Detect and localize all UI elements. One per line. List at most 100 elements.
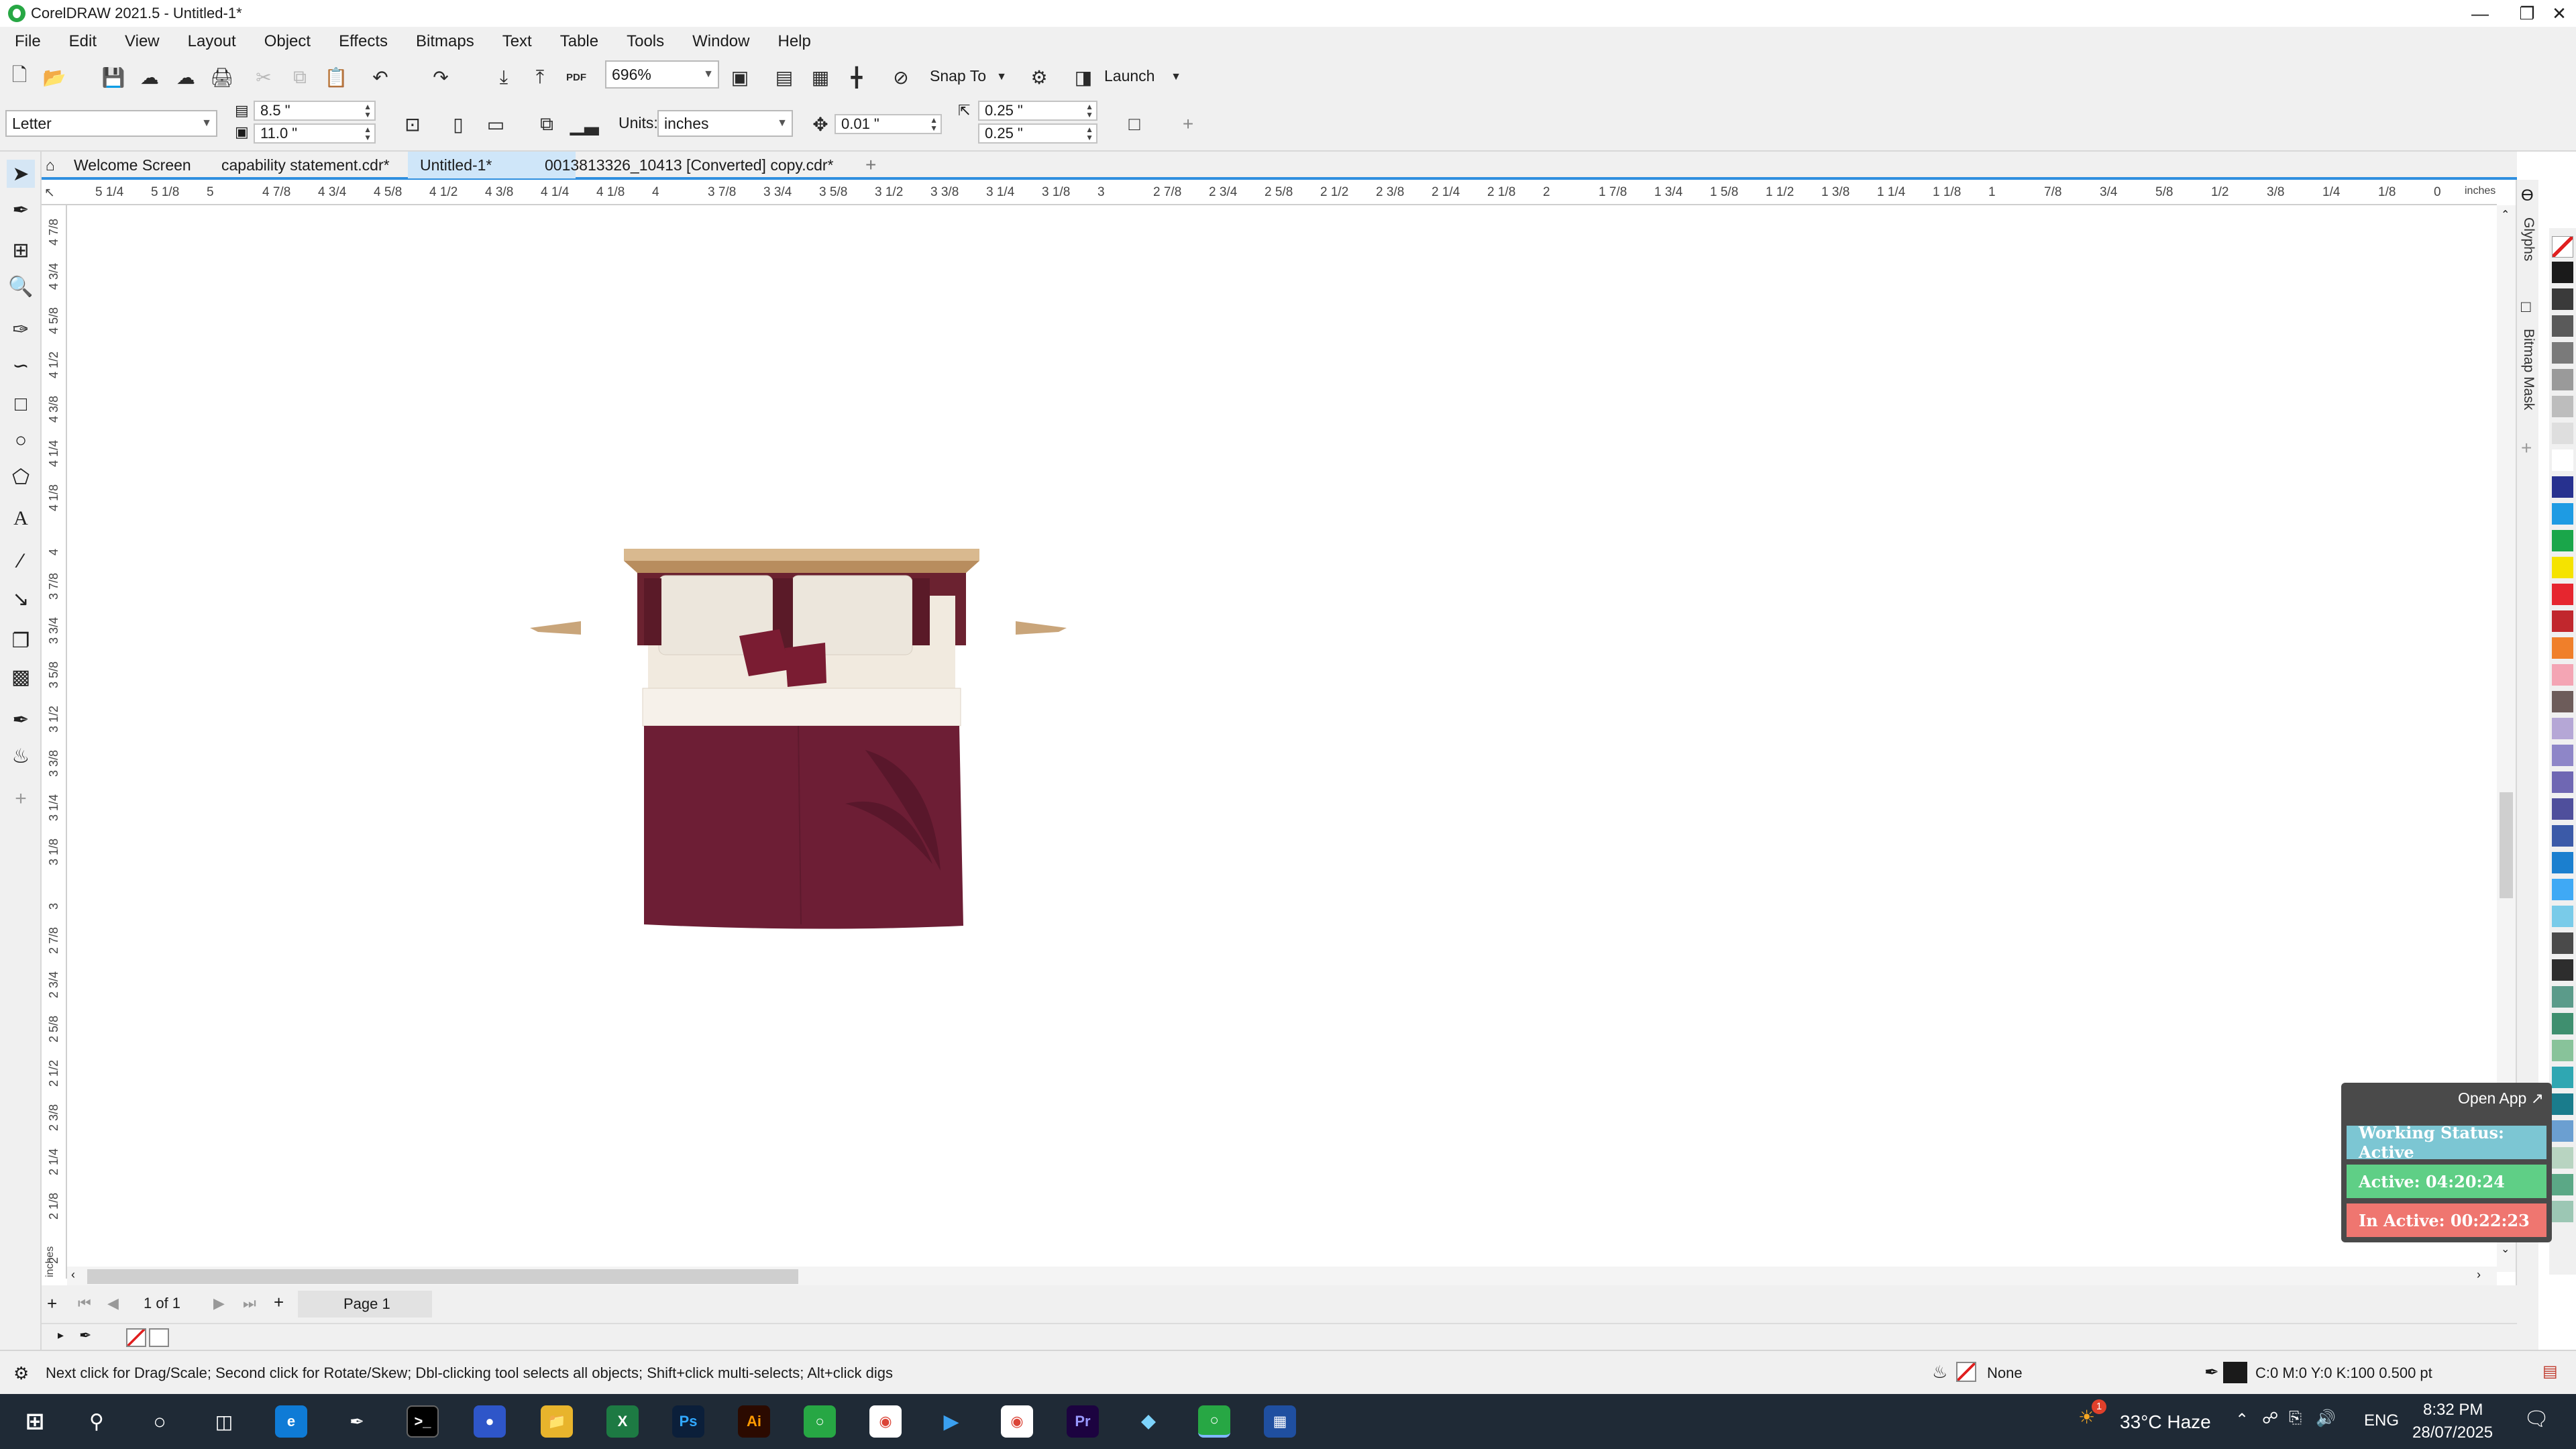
app-diamond-icon[interactable]: ⬥	[1132, 1405, 1165, 1438]
palette-swatch[interactable]	[2552, 503, 2573, 525]
interactive-fill-icon[interactable]: ♨	[7, 742, 35, 770]
add-page-before-icon[interactable]: +	[47, 1293, 57, 1314]
spinner-icon[interactable]: ▲ ▼	[1085, 125, 1093, 142]
freehand-tool-icon[interactable]: ✑	[7, 315, 35, 343]
parallel-dimension-icon[interactable]: ∕	[7, 547, 35, 576]
pick-tool-icon[interactable]: ➤	[7, 160, 35, 188]
bleed-icon[interactable]: ▁▃	[570, 111, 598, 137]
launch-icon[interactable]: ◨	[1071, 64, 1096, 90]
guidelines-icon[interactable]: ╋	[844, 64, 869, 90]
outline-pen-icon[interactable]: ✒	[2204, 1362, 2219, 1383]
palette-swatch[interactable]	[2552, 637, 2573, 659]
page-layout-icon[interactable]: ⧉	[534, 111, 559, 137]
palette-swatch[interactable]	[2552, 288, 2573, 310]
launch-button[interactable]: Launch	[1104, 67, 1155, 85]
palette-swatch[interactable]	[2552, 906, 2573, 927]
palette-swatch[interactable]	[2552, 986, 2573, 1008]
menu-text[interactable]: Text	[488, 27, 545, 56]
palette-swatch[interactable]	[2552, 1120, 2573, 1142]
palette-swatch[interactable]	[2552, 771, 2573, 793]
launch-chevron-icon[interactable]: ▼	[1163, 64, 1189, 90]
palette-swatch[interactable]	[2552, 610, 2573, 632]
docker-tab-bitmap-mask[interactable]: Bitmap Mask	[2520, 329, 2536, 410]
full-screen-icon[interactable]: ▣	[727, 64, 753, 90]
language-indicator[interactable]: ENG	[2364, 1411, 2399, 1430]
menu-edit[interactable]: Edit	[54, 27, 110, 56]
glyphs-icon[interactable]: ϴ	[2521, 186, 2534, 205]
palette-swatch[interactable]	[2552, 825, 2573, 847]
no-color-swatch[interactable]	[126, 1328, 146, 1347]
ellipse-tool-icon[interactable]: ○	[7, 427, 35, 455]
drop-shadow-icon[interactable]: ❐	[7, 627, 35, 655]
first-page-icon[interactable]: ⏮	[78, 1295, 91, 1312]
last-page-icon[interactable]: ⏭	[243, 1295, 256, 1312]
pdf-export-icon[interactable]: PDF	[564, 64, 589, 90]
options-gear-icon[interactable]: ⚙	[1026, 64, 1052, 90]
coreldraw-taskbar-icon[interactable]: ○	[804, 1405, 836, 1438]
palette-swatch[interactable]	[2552, 745, 2573, 766]
palette-swatch[interactable]	[2552, 396, 2573, 417]
notification-app-icon[interactable]: ●	[474, 1405, 506, 1438]
rectangle-tool-icon[interactable]: □	[7, 390, 35, 419]
menu-tools[interactable]: Tools	[612, 27, 678, 56]
menu-help[interactable]: Help	[763, 27, 824, 56]
outline-swatch[interactable]	[2223, 1362, 2247, 1383]
all-pages-icon[interactable]: ⊡	[400, 111, 425, 137]
calculator-icon[interactable]: ▦	[1264, 1405, 1296, 1438]
palette-swatch-none[interactable]	[2552, 236, 2573, 258]
zoom-tool-icon[interactable]: 🔍	[7, 272, 35, 301]
palette-swatch[interactable]	[2552, 342, 2573, 364]
search-icon[interactable]: ⚲	[80, 1405, 113, 1438]
snap-off-icon[interactable]: ⊘	[888, 64, 914, 90]
cortana-icon[interactable]: ○	[144, 1405, 176, 1438]
spinner-icon[interactable]: ▲ ▼	[930, 116, 938, 132]
menu-file[interactable]: File	[0, 27, 54, 56]
treat-as-filled-icon[interactable]: □	[1122, 111, 1147, 137]
horizontal-ruler[interactable]: ↖ 5 1/4 5 1/8 5 4 7/8 4 3/4 4 5/8 4 1/2 4 3/8 4 …	[42, 180, 2497, 205]
zoom-combo[interactable]: 696% ▼	[605, 60, 719, 89]
landscape-icon[interactable]: ▭	[483, 111, 508, 137]
horizontal-scrollbar[interactable]: ‹ ›	[67, 1267, 2497, 1285]
open-icon[interactable]: 📂	[42, 64, 67, 90]
clock-time[interactable]: 8:32 PM	[2423, 1401, 2483, 1419]
spinner-icon[interactable]: ▲ ▼	[1085, 103, 1093, 119]
paste-icon[interactable]: 📋	[323, 64, 349, 90]
menu-view[interactable]: View	[110, 27, 173, 56]
scroll-thumb[interactable]	[87, 1269, 798, 1284]
menu-window[interactable]: Window	[678, 27, 763, 56]
palette-swatch[interactable]	[2552, 1147, 2573, 1169]
palette-swatch[interactable]	[2552, 315, 2573, 337]
vscode-icon[interactable]: ▶	[935, 1405, 967, 1438]
meet-now-icon[interactable]: ☍	[2262, 1409, 2278, 1428]
export-icon[interactable]: ⤒	[527, 64, 553, 90]
palette-swatch[interactable]	[2552, 530, 2573, 551]
file-explorer-icon[interactable]: 📁	[541, 1405, 573, 1438]
page-height-field[interactable]: 11.0 " ▲ ▼	[254, 123, 376, 144]
palette-swatch[interactable]	[2552, 718, 2573, 739]
palette-swatch[interactable]	[2552, 1040, 2573, 1061]
palette-swatch[interactable]	[2552, 1201, 2573, 1222]
nudge-field[interactable]: 0.01 " ▲ ▼	[835, 114, 942, 134]
save-icon[interactable]: 💾	[101, 64, 126, 90]
menu-table[interactable]: Table	[545, 27, 612, 56]
close-icon[interactable]: ✕	[2536, 0, 2576, 27]
task-view-icon[interactable]: ◫	[208, 1405, 240, 1438]
chrome-profile-icon[interactable]: ◉	[1001, 1405, 1033, 1438]
tab-capability-statement[interactable]: capability statement.cdr*	[209, 152, 402, 178]
eyedropper-icon[interactable]: ✒	[79, 1327, 91, 1344]
page-size-select[interactable]: Letter ▼	[5, 110, 217, 137]
duplicate-y-field[interactable]: 0.25 " ▲ ▼	[978, 123, 1097, 144]
menu-layout[interactable]: Layout	[173, 27, 250, 56]
status-settings-gear-icon[interactable]: ⚙	[13, 1363, 29, 1384]
new-tab-icon[interactable]: +	[853, 152, 888, 178]
units-select[interactable]: inches ▼	[657, 110, 793, 137]
white-swatch[interactable]	[149, 1328, 169, 1347]
scroll-up-icon[interactable]: ⌃	[2501, 208, 2510, 221]
tray-expand-icon[interactable]: ⌃	[2235, 1410, 2249, 1430]
palette-swatch[interactable]	[2552, 1067, 2573, 1088]
text-tool-icon[interactable]: A	[7, 504, 35, 533]
docker-tab-glyphs[interactable]: Glyphs	[2520, 217, 2536, 261]
palette-swatch[interactable]	[2552, 664, 2573, 686]
palette-expand-icon[interactable]: ▸	[58, 1328, 64, 1342]
palette-swatch[interactable]	[2552, 557, 2573, 578]
